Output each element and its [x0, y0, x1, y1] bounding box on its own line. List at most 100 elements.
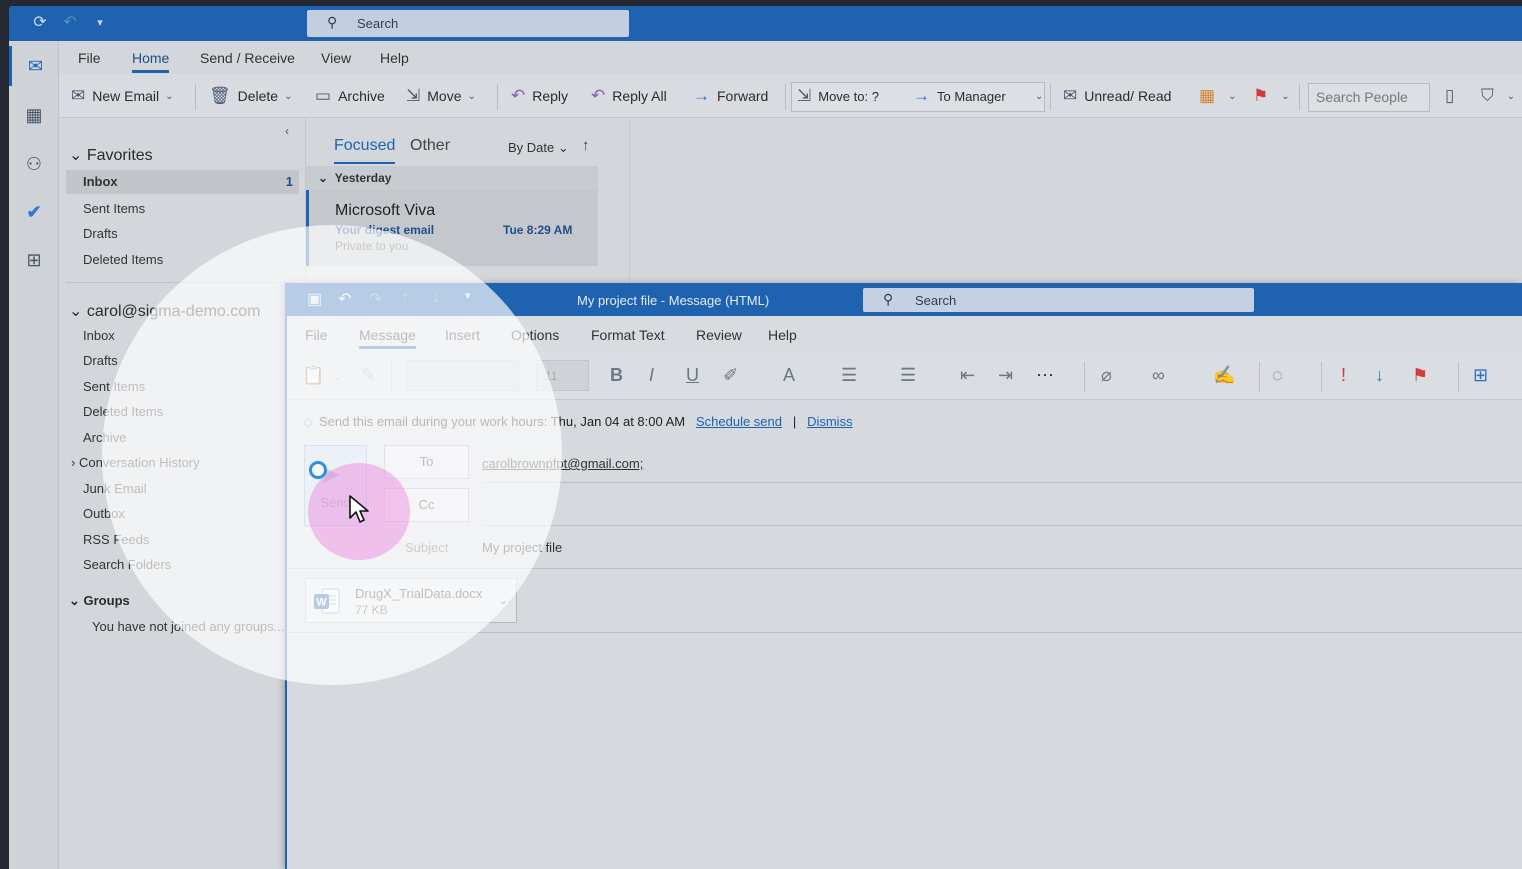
tab-focused[interactable]: Focused [334, 137, 396, 164]
move-button[interactable]: ⇲ Move ⌄ [406, 83, 476, 109]
bold-icon[interactable]: B [610, 365, 623, 386]
increase-indent-icon[interactable]: ⇥ [998, 365, 1013, 386]
archive-button[interactable]: ▭ Archive [315, 83, 385, 109]
sort-by-date[interactable]: By Date ⌄ [508, 140, 569, 156]
calendar-icon[interactable]: ▦ [9, 95, 59, 135]
filter-button[interactable]: ⛉ ⌄ [1481, 83, 1515, 109]
account-sent-items[interactable]: Sent Items [83, 379, 145, 394]
cc-button[interactable]: Cc [384, 488, 469, 522]
account-search-folders[interactable]: Search Folders [83, 557, 171, 572]
tab-view[interactable]: View [321, 50, 351, 66]
tab-home[interactable]: Home [132, 50, 170, 73]
favorites-header[interactable]: ⌄ Favorites [69, 145, 153, 165]
dictate-icon[interactable]: ◌ [1272, 365, 1283, 386]
tab-help[interactable]: Help [768, 327, 797, 343]
tab-send-receive[interactable]: Send / Receive [200, 50, 295, 66]
attachment-card[interactable]: W DrugX_TrialData.docx 77 KB ⌄ [305, 578, 517, 623]
signature-icon[interactable]: ✍ [1213, 365, 1235, 386]
chevron-down-icon[interactable]: ⌄ [165, 91, 173, 102]
flag-button[interactable]: ⚑ ⌄ [1253, 83, 1290, 109]
customize-toolbar-icon[interactable]: ▾ [89, 12, 111, 34]
tab-other[interactable]: Other [410, 137, 450, 155]
group-header-yesterday[interactable]: ⌄ Yesterday [306, 166, 598, 190]
message-item[interactable]: Microsoft Viva Your digest email Tue 8:2… [306, 190, 598, 266]
apps-icon[interactable]: ⊞ [9, 240, 59, 280]
attach-file-icon[interactable]: ⌀ [1101, 365, 1112, 386]
bullets-icon[interactable]: ☰ [841, 365, 857, 386]
quick-step-move-to[interactable]: ⇲ Move to: ? [797, 83, 879, 109]
tab-options[interactable]: Options [511, 327, 559, 343]
favorites-inbox[interactable]: Inbox 1 [66, 170, 299, 194]
collapse-pane-icon[interactable]: ‹ [285, 124, 289, 138]
link-icon[interactable]: ∞ [1152, 365, 1165, 386]
tasks-icon[interactable]: ✔ [9, 192, 59, 232]
decrease-indent-icon[interactable]: ⇤ [960, 365, 975, 386]
account-deleted-items[interactable]: Deleted Items [83, 404, 163, 419]
new-email-button[interactable]: ✉ New Email ⌄ [71, 83, 174, 109]
to-button[interactable]: To [384, 445, 469, 479]
undo-icon[interactable]: ↶ [59, 12, 81, 34]
tab-insert[interactable]: Insert [445, 327, 480, 343]
subject-field[interactable]: My project file [482, 540, 562, 555]
undo-icon[interactable]: ↶ [338, 289, 351, 309]
unread-read-button[interactable]: ✉ Unread/ Read [1063, 83, 1171, 109]
italic-icon[interactable]: I [649, 365, 654, 386]
groups-header[interactable]: ⌄ Groups [69, 593, 130, 609]
highlight-icon[interactable]: ✐ [723, 365, 738, 386]
address-book-button[interactable]: ▯ [1445, 83, 1461, 109]
chevron-down-icon[interactable]: ⌄ [284, 91, 292, 102]
favorites-deleted-items[interactable]: Deleted Items [83, 252, 163, 267]
mail-icon[interactable]: ✉ [9, 46, 59, 86]
search-box[interactable]: ⚲ Search [307, 10, 629, 37]
compose-search-box[interactable]: ⚲ Search [863, 288, 1254, 312]
previous-item-icon[interactable]: ↑ [401, 289, 409, 307]
account-header[interactable]: ⌄ carol@sigma-demo.com [69, 301, 260, 321]
people-icon[interactable]: ⚇ [9, 144, 59, 184]
favorites-sent-items[interactable]: Sent Items [83, 201, 145, 216]
forward-button[interactable]: → Forward [693, 83, 768, 109]
tab-file[interactable]: File [305, 327, 328, 343]
to-field[interactable]: carolbrownpfpt@gmail.com; [482, 456, 643, 471]
account-drafts[interactable]: Drafts [83, 353, 118, 368]
high-importance-icon[interactable]: ! [1341, 365, 1346, 386]
font-size-select[interactable]: 11 [536, 360, 589, 391]
account-archive[interactable]: Archive [83, 430, 126, 445]
categorize-button[interactable]: ▦ ⌄ [1199, 83, 1236, 109]
more-icon[interactable]: ⋯ [1036, 365, 1054, 386]
dismiss-link[interactable]: Dismiss [807, 414, 853, 429]
chevron-down-icon[interactable]: ⌄ [333, 372, 341, 383]
tab-help[interactable]: Help [380, 50, 409, 66]
account-rss-feeds[interactable]: RSS Feeds [83, 532, 149, 547]
reply-button[interactable]: ↶ Reply [511, 83, 568, 109]
underline-icon[interactable]: U [686, 365, 699, 386]
account-inbox[interactable]: Inbox1 [83, 328, 307, 343]
tab-message[interactable]: Message [359, 327, 416, 349]
numbering-icon[interactable]: ☰ [900, 365, 916, 386]
search-people-input[interactable]: Search People [1308, 83, 1430, 112]
tab-format-text[interactable]: Format Text [591, 327, 665, 343]
chevron-down-icon[interactable]: ⌄ [499, 594, 508, 607]
chevron-down-icon[interactable]: ⌄ [467, 91, 475, 102]
schedule-send-link[interactable]: Schedule send [696, 414, 782, 429]
delete-button[interactable]: 🗑 Delete ⌄ [209, 83, 292, 109]
low-importance-icon[interactable]: ↓ [1375, 365, 1384, 386]
tab-review[interactable]: Review [696, 327, 742, 343]
sync-icon[interactable]: ⟳ [29, 12, 51, 34]
save-icon[interactable]: ▣ [307, 289, 322, 309]
reply-all-button[interactable]: ↶ Reply All [591, 83, 667, 109]
account-junk-email[interactable]: Junk Email [83, 481, 147, 496]
sort-direction-icon[interactable]: ↑ [582, 137, 590, 154]
format-painter-icon[interactable]: ✎ [361, 365, 376, 386]
next-item-icon[interactable]: ↓ [432, 289, 440, 307]
customize-toolbar-icon[interactable]: ▾ [465, 289, 471, 302]
follow-up-flag-icon[interactable]: ⚑ [1412, 365, 1428, 386]
account-outbox[interactable]: Outbox [83, 506, 125, 521]
quick-steps-dropdown[interactable]: ⌄ [1029, 83, 1043, 109]
font-name-select[interactable] [406, 360, 519, 391]
favorites-drafts[interactable]: Drafts [83, 226, 118, 241]
paste-icon[interactable]: 📋 [302, 365, 324, 386]
quick-step-to-manager[interactable]: → To Manager [913, 83, 1006, 109]
tab-file[interactable]: File [78, 50, 101, 66]
redo-icon[interactable]: ↷ [369, 289, 382, 309]
font-color-icon[interactable]: A [783, 365, 795, 386]
